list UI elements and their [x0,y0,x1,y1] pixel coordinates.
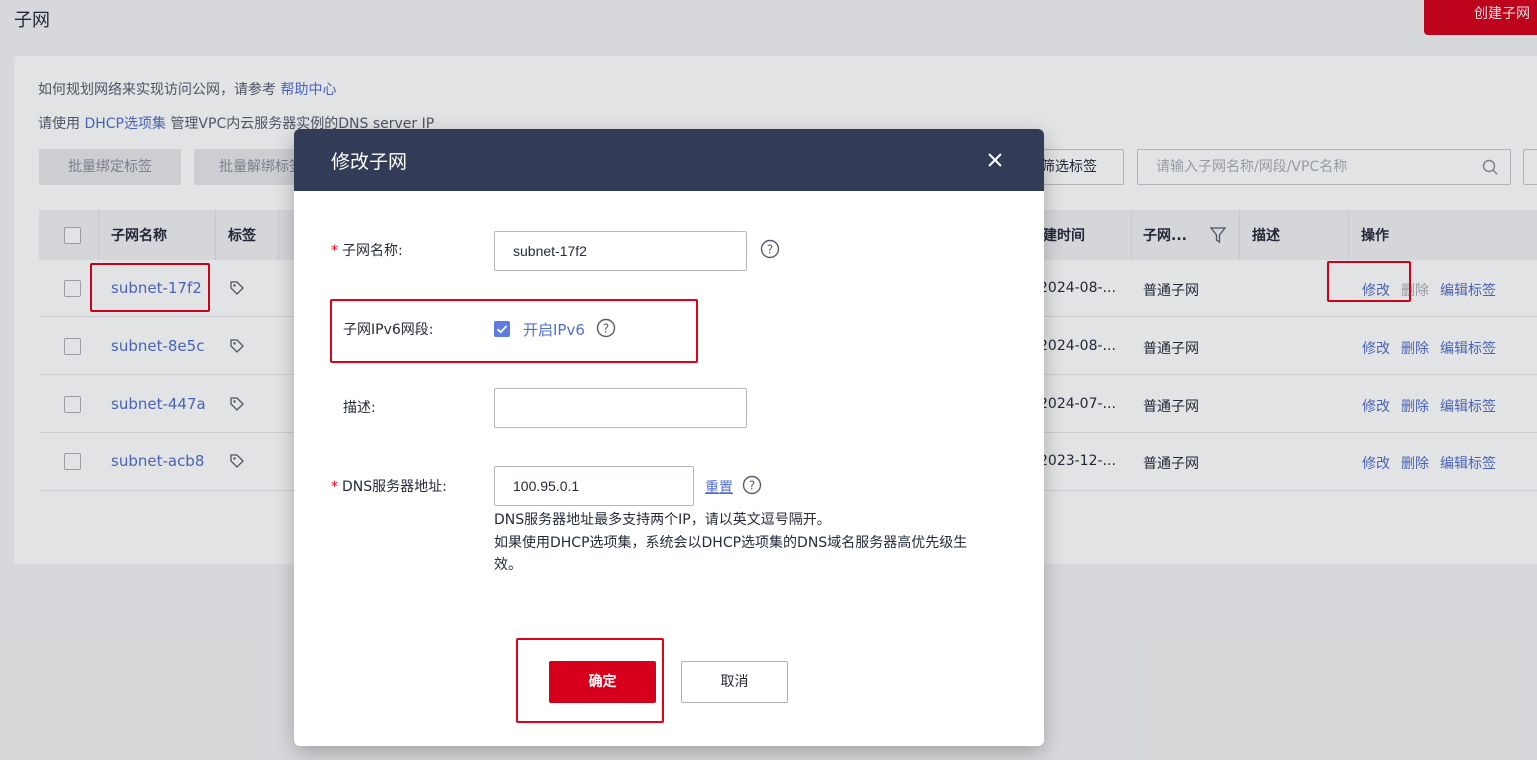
cancel-button[interactable]: 取消 [681,661,788,703]
check-icon [496,325,508,334]
dns-hint-line-1: DNS服务器地址最多支持两个IP，请以英文逗号隔开。 [494,512,831,528]
dns-server-input[interactable] [494,466,694,506]
dialog-header: 修改子网 [294,129,1044,191]
confirm-button[interactable]: 确定 [549,661,656,703]
enable-ipv6-label[interactable]: 开启IPv6 [523,319,585,340]
help-icon[interactable]: ? [760,239,780,259]
help-icon[interactable]: ? [596,318,616,338]
subnet-name-input[interactable] [494,231,747,271]
edit-subnet-dialog: 修改子网 *子网名称: ? 子网IPv6网段: 开启IPv6 ? 描述: *DN… [294,129,1044,746]
required-marker: * [331,243,338,259]
subnet-name-label-text: 子网名称: [342,243,403,259]
ipv6-checkbox[interactable] [494,321,510,337]
svg-text:?: ? [749,479,755,493]
dns-label-text: DNS服务器地址: [342,479,447,495]
svg-text:?: ? [603,322,609,336]
reset-link[interactable]: 重置 [705,477,733,497]
dns-label: * DNS服务器地址: [331,476,447,496]
dns-hint-line-2: 如果使用DHCP选项集，系统会以DHCP选项集的DNS域名服务器高优先级生 [494,535,968,551]
description-label: 描述: [343,400,376,416]
help-icon[interactable]: ? [742,475,762,495]
dns-hint-line-3: 效。 [494,557,522,573]
subnet-name-label: * 子网名称: [331,240,403,260]
required-marker: * [331,479,338,495]
description-input[interactable] [494,388,747,428]
close-icon[interactable] [985,150,1005,170]
dialog-title: 修改子网 [331,151,408,173]
ipv6-label: 子网IPv6网段: [343,322,434,338]
svg-text:?: ? [767,243,773,257]
